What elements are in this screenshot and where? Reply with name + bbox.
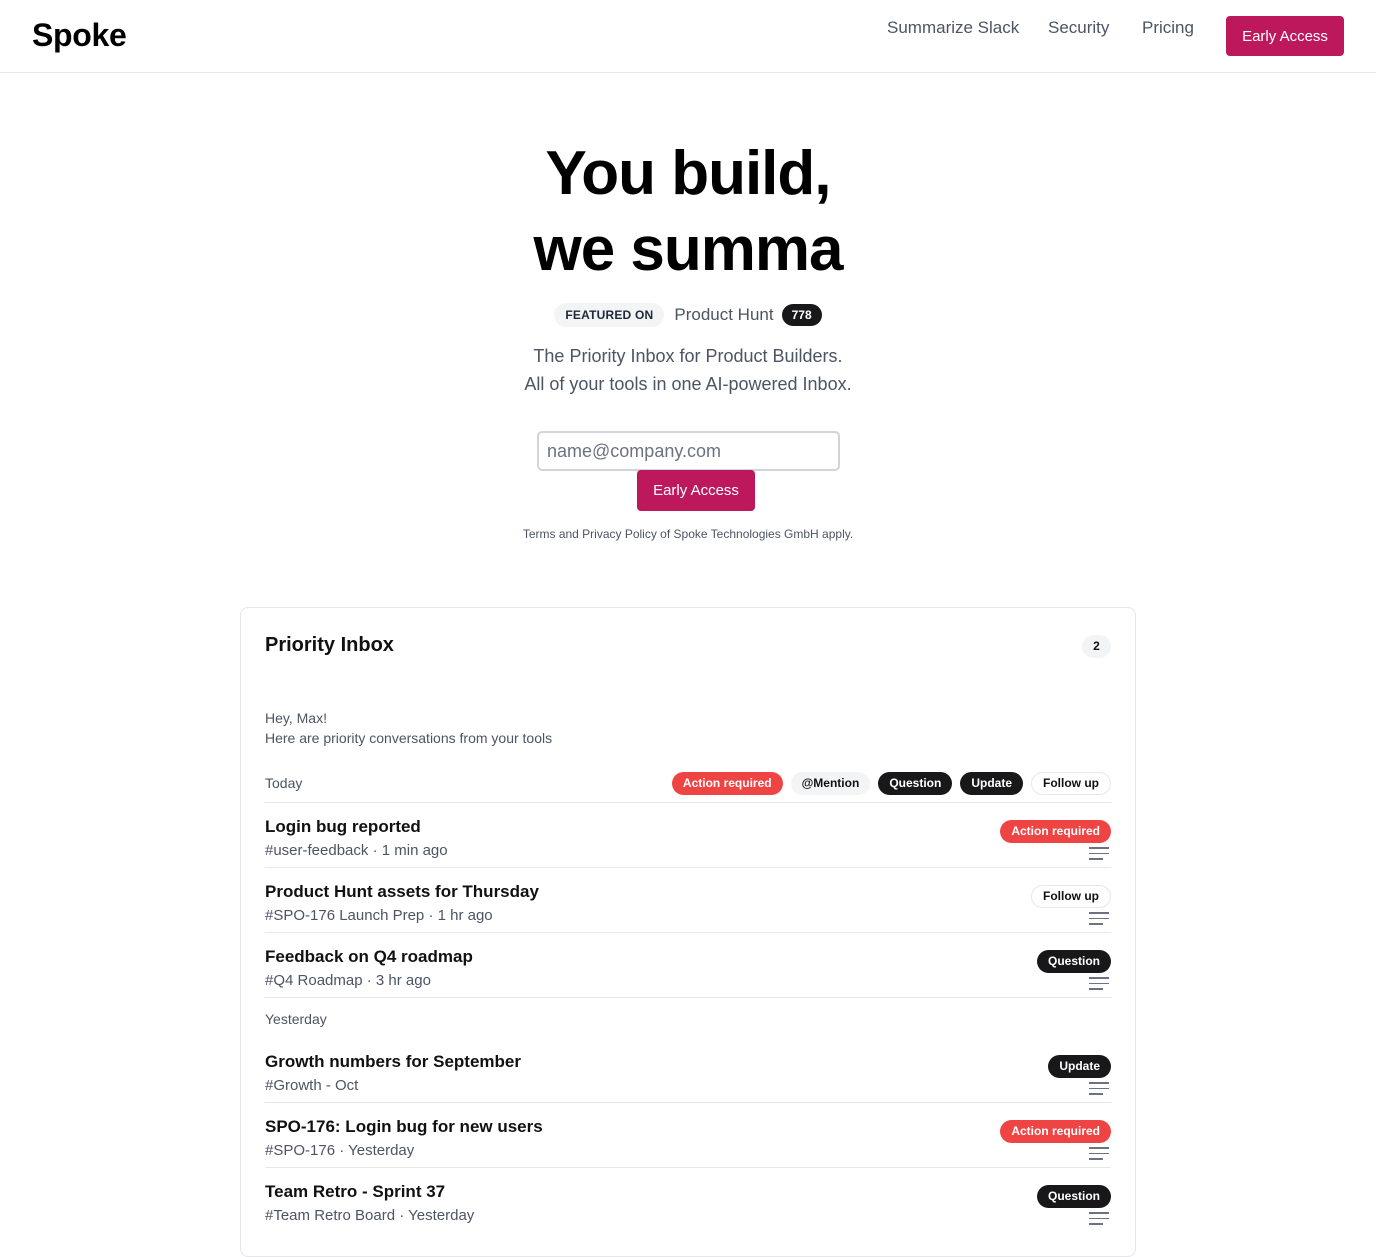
item-title: Team Retro - Sprint 37	[265, 1182, 446, 1201]
menu-lines-icon[interactable]	[1089, 977, 1109, 991]
filter-action-required[interactable]: Action required	[671, 772, 783, 795]
divider	[265, 932, 1111, 933]
group-label-today: Today	[265, 775, 303, 791]
divider	[265, 867, 1111, 868]
product-hunt-upvote-count: 778	[781, 304, 822, 326]
filter-mention[interactable]: @Mention	[790, 772, 871, 795]
header-early-access-button[interactable]: Early Access	[1226, 16, 1344, 56]
item-title: Login bug reported	[265, 817, 421, 836]
divider	[265, 802, 1111, 803]
item-title: Growth numbers for September	[265, 1052, 521, 1071]
nav-security[interactable]: Security	[1048, 18, 1109, 38]
item-meta: #SPO-176 · Yesterday	[265, 1142, 415, 1159]
status-badge: Update	[1048, 1055, 1111, 1078]
menu-lines-icon[interactable]	[1089, 912, 1109, 926]
divider	[265, 1167, 1111, 1168]
menu-lines-icon[interactable]	[1089, 1212, 1109, 1226]
list-item[interactable]: Team Retro - Sprint 37 #Team Retro Board…	[265, 1176, 1111, 1240]
inbox-title: Priority Inbox	[265, 634, 394, 656]
list-item[interactable]: Growth numbers for September #Growth - O…	[265, 1046, 1111, 1110]
list-item[interactable]: Feedback on Q4 roadmap #Q4 Roadmap · 3 h…	[265, 941, 1111, 1005]
featured-on-badge: FEATURED ON	[554, 303, 665, 327]
product-hunt-label: Product Hunt	[674, 305, 774, 324]
logo[interactable]: Spoke	[32, 17, 127, 54]
priority-inbox-card: Priority Inbox 2 Hey, Max! Here are prio…	[240, 607, 1136, 1257]
menu-lines-icon[interactable]	[1089, 1147, 1109, 1161]
divider	[265, 997, 1111, 998]
status-badge: Question	[1036, 1185, 1111, 1208]
terms-notice: Terms and Privacy Policy of Spoke Techno…	[522, 527, 854, 541]
email-field[interactable]	[537, 431, 840, 471]
list-item[interactable]: SPO-176: Login bug for new users #SPO-17…	[265, 1111, 1111, 1175]
filter-tags: Action required @Mention Question Update…	[671, 772, 1111, 795]
item-meta: #SPO-176 Launch Prep · 1 hr ago	[265, 907, 493, 924]
featured-on-product-hunt[interactable]: FEATURED ON Product Hunt 778	[0, 303, 1376, 327]
status-badge: Question	[1036, 950, 1111, 973]
item-meta: #Q4 Roadmap · 3 hr ago	[265, 972, 431, 989]
list-item[interactable]: Login bug reported #user-feedback · 1 mi…	[265, 811, 1111, 875]
menu-lines-icon[interactable]	[1089, 1082, 1109, 1096]
filter-update[interactable]: Update	[960, 772, 1023, 795]
item-meta: #Growth - Oct	[265, 1077, 359, 1094]
status-badge: Action required	[1000, 1120, 1111, 1143]
status-badge: Follow up	[1031, 885, 1111, 908]
hero-early-access-button[interactable]: Early Access	[637, 470, 755, 511]
item-title: Product Hunt assets for Thursday	[265, 882, 539, 901]
greeting-subtext: Here are priority conversations from you…	[265, 730, 553, 746]
nav-summarize-slack[interactable]: Summarize Slack	[887, 18, 1019, 38]
filter-question[interactable]: Question	[878, 772, 953, 795]
hero-subtitle-line-2: All of your tools in one AI-powered Inbo…	[524, 374, 852, 394]
filter-follow-up[interactable]: Follow up	[1031, 772, 1111, 795]
menu-lines-icon[interactable]	[1089, 847, 1109, 861]
item-title: SPO-176: Login bug for new users	[265, 1117, 543, 1136]
greeting: Hey, Max!	[265, 710, 327, 726]
site-header: Spoke Summarize Slack Security Pricing E…	[0, 0, 1376, 73]
item-meta: #user-feedback · 1 min ago	[265, 842, 448, 859]
hero-subtitle-line-1: The Priority Inbox for Product Builders.	[533, 346, 843, 366]
hero-title-line-1: You build,	[545, 139, 831, 208]
status-badge: Action required	[1000, 820, 1111, 843]
nav-pricing[interactable]: Pricing	[1142, 18, 1194, 38]
inbox-count-badge: 2	[1082, 635, 1111, 658]
item-meta: #Team Retro Board · Yesterday	[265, 1207, 475, 1224]
group-label-yesterday: Yesterday	[265, 1011, 327, 1027]
hero-title-line-2: we summa	[533, 215, 843, 284]
list-item[interactable]: Product Hunt assets for Thursday #SPO-17…	[265, 876, 1111, 940]
item-title: Feedback on Q4 roadmap	[265, 947, 473, 966]
divider	[265, 1102, 1111, 1103]
